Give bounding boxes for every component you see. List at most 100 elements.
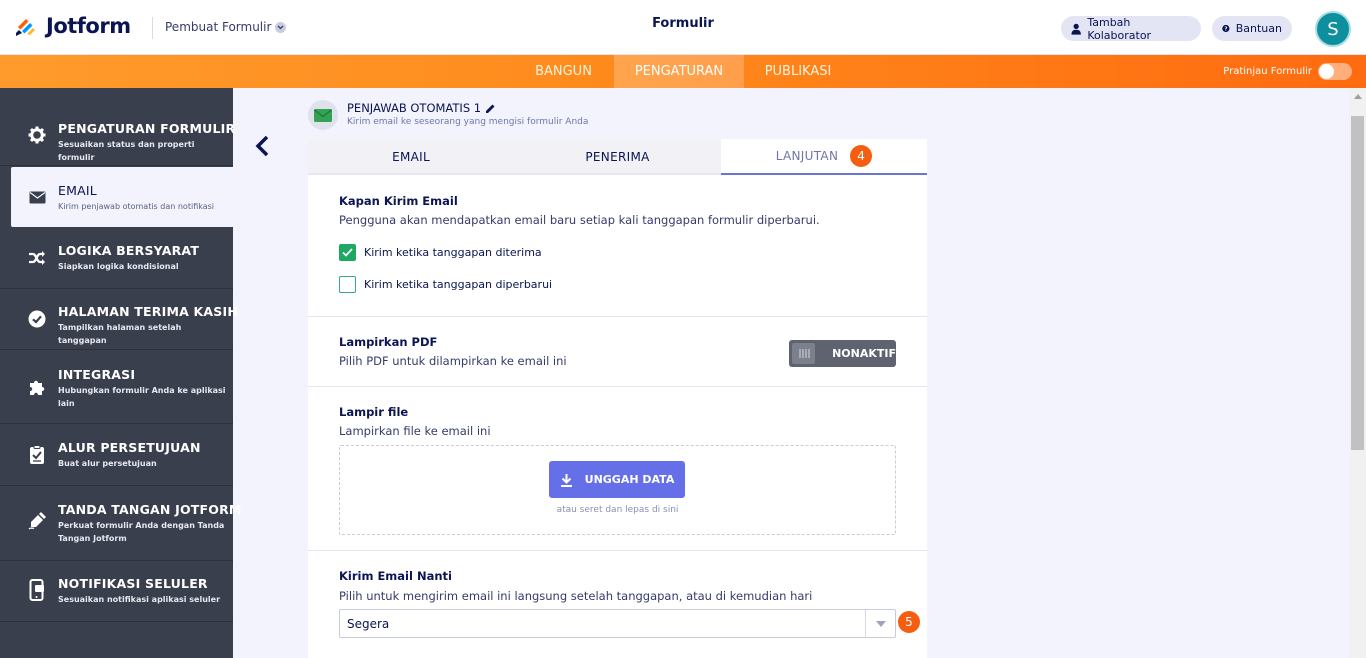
help-icon: ? <box>1222 24 1230 32</box>
builder-nav: BANGUN PENGATURAN PUBLIKASI Pratinjau Fo… <box>0 55 1366 88</box>
checkbox-checked[interactable] <box>339 244 356 261</box>
tab-recipients[interactable]: PENERIMA <box>514 139 721 175</box>
sidebar-item-jotform-sign[interactable]: TANDA TANGAN JOTFORM Perkuat formulir An… <box>0 486 241 561</box>
attach-file-title: Lampir file <box>339 405 409 419</box>
puzzle-icon <box>27 377 47 397</box>
envelope-icon <box>27 187 47 207</box>
attach-file-desc: Lampirkan file ke email ini <box>339 424 491 438</box>
sidebar-item-title: PENGATURAN FORMULIR <box>58 121 236 136</box>
scrollbar-thumb[interactable] <box>1351 116 1364 450</box>
pencil-icon[interactable] <box>485 103 496 114</box>
add-collaborator-label: Tambah Kolaborator <box>1087 15 1152 42</box>
mobile-notification-icon <box>27 579 47 601</box>
sidebar-item-approval-flow[interactable]: ALUR PERSETUJUAN Buat alur persetujuan <box>0 424 233 486</box>
sidebar-item-desc: Siapkan logika kondisional <box>58 262 179 271</box>
sidebar-item-thank-you-page[interactable]: HALAMAN TERIMA KASIH Tampilkan halaman s… <box>0 289 238 350</box>
user-icon <box>1071 23 1081 35</box>
attach-pdf-toggle-label: NONAKTIF <box>832 347 896 360</box>
attach-pdf-desc: Pilih PDF untuk dilampirkan ke email ini <box>339 354 567 368</box>
send-on-update-label: Kirim ketika tanggapan diperbarui <box>364 278 553 291</box>
upload-button[interactable]: UNGGAH DATA <box>549 461 685 498</box>
sidebar-item-title: EMAIL <box>58 183 97 198</box>
svg-text:?: ? <box>1224 26 1227 32</box>
send-later-section: Kirim Email Nanti Pilih untuk mengirim e… <box>308 551 927 658</box>
back-button[interactable] <box>250 133 274 159</box>
logo-text: Jotform <box>46 14 131 38</box>
add-collaborator-button[interactable]: Tambah Kolaborator <box>1061 15 1201 42</box>
when-send-section: Kapan Kirim Email Pengguna akan mendapat… <box>308 175 927 317</box>
jotform-logo[interactable]: Jotform <box>14 14 131 38</box>
sidebar-item-title: INTEGRASI <box>58 367 136 382</box>
signature-pen-icon <box>27 511 47 531</box>
send-later-select[interactable]: Segera <box>339 609 896 638</box>
sidebar-item-title: HALAMAN TERIMA KASIH <box>58 304 238 319</box>
tab-publish[interactable]: PUBLIKASI <box>753 55 843 88</box>
checkbox-unchecked[interactable] <box>339 276 356 293</box>
tab-settings[interactable]: PENGATURAN <box>614 55 744 88</box>
toggle-grip-icon <box>792 343 816 364</box>
attach-pdf-title: Lampirkan PDF <box>339 335 438 349</box>
when-send-desc: Pengguna akan mendapatkan email baru set… <box>339 213 820 227</box>
form-preview-control: Pratinjau Formulir <box>1223 63 1352 80</box>
upload-button-label: UNGGAH DATA <box>584 473 675 486</box>
sidebar-item-desc: Buat alur persetujuan <box>58 459 157 468</box>
gear-icon <box>27 125 47 145</box>
advanced-settings-card: Kapan Kirim Email Pengguna akan mendapat… <box>308 175 927 658</box>
sidebar-item-desc: Hubungkan formulir Anda ke aplikasi lain <box>58 386 226 408</box>
attach-pdf-toggle[interactable]: NONAKTIF <box>789 340 896 367</box>
page-scrollbar[interactable] <box>1349 88 1366 658</box>
check-circle-icon <box>27 309 47 329</box>
shuffle-icon <box>27 248 47 268</box>
autoresponder-title-text: PENJAWAB OTOMATIS 1 <box>347 101 482 115</box>
send-later-title: Kirim Email Nanti <box>339 569 452 583</box>
approval-icon <box>27 445 47 465</box>
send-on-receive-option[interactable]: Kirim ketika tanggapan diterima <box>339 244 542 261</box>
sidebar-item-desc: Sesuaikan status dan properti formulir <box>58 140 195 162</box>
sidebar-item-mobile-notifications[interactable]: NOTIFIKASI SELULER Sesuaikan notifikasi … <box>0 561 233 622</box>
chevron-left-icon <box>255 135 269 157</box>
send-later-selected: Segera <box>347 617 390 631</box>
sidebar-item-desc: Kirim penjawab otomatis dan notifikasi <box>58 202 215 211</box>
sidebar-item-title: ALUR PERSETUJUAN <box>58 440 201 455</box>
autoresponder-header: PENJAWAB OTOMATIS 1 Kirim email ke seseo… <box>308 98 927 138</box>
help-label: Bantuan <box>1235 22 1282 35</box>
when-send-title: Kapan Kirim Email <box>339 194 458 208</box>
autoresponder-title[interactable]: PENJAWAB OTOMATIS 1 <box>347 101 496 115</box>
sidebar-item-title: NOTIFIKASI SELULER <box>58 576 208 591</box>
jotform-logo-icon <box>16 19 35 36</box>
sidebar-item-form-settings[interactable]: PENGATURAN FORMULIR Sesuaikan status dan… <box>0 99 236 166</box>
send-later-desc: Pilih untuk mengirim email ini langsung … <box>339 589 813 603</box>
tab-email[interactable]: EMAIL <box>308 139 514 175</box>
form-preview-label: Pratinjau Formulir <box>1223 66 1312 77</box>
download-icon <box>560 473 572 487</box>
autoresponder-subtitle: Kirim email ke seseorang yang mengisi fo… <box>347 117 589 127</box>
sidebar-item-title: LOGIKA BERSYARAT <box>58 243 200 258</box>
sidebar-item-email[interactable]: EMAIL Kirim penjawab otomatis dan notifi… <box>11 167 233 227</box>
drop-hint: atau seret dan lepas di sini <box>556 505 679 515</box>
step-badge: 4 <box>850 145 873 167</box>
tab-build[interactable]: BANGUN <box>522 55 605 88</box>
chevron-down-icon <box>275 21 287 33</box>
send-on-update-option[interactable]: Kirim ketika tanggapan diperbarui <box>339 276 552 293</box>
tab-advanced-label: LANJUTAN <box>775 149 839 163</box>
sidebar-item-desc: Sesuaikan notifikasi aplikasi seluler <box>58 595 221 604</box>
avatar[interactable]: S <box>1315 11 1351 47</box>
file-dropzone[interactable]: UNGGAH DATA atau seret dan lepas di sini <box>339 445 896 535</box>
checkmark-icon <box>342 248 353 257</box>
send-on-receive-label: Kirim ketika tanggapan diterima <box>364 246 542 259</box>
envelope-avatar-icon <box>308 100 338 130</box>
sidebar-item-integrations[interactable]: INTEGRASI Hubungkan formulir Anda ke apl… <box>0 350 233 424</box>
sidebar-item-conditional-logic[interactable]: LOGIKA BERSYARAT Siapkan logika kondisio… <box>0 228 233 289</box>
sidebar-item-title: TANDA TANGAN JOTFORM <box>58 502 242 517</box>
caret-down-icon <box>865 610 895 637</box>
scroll-up-arrow-icon[interactable] <box>1354 94 1362 99</box>
help-button[interactable]: ? Bantuan <box>1212 16 1292 41</box>
form-preview-toggle[interactable] <box>1318 63 1352 80</box>
email-tabs: EMAIL PENERIMA LANJUTAN 4 <box>308 139 927 175</box>
form-builder-label: Pembuat Formulir <box>165 20 272 34</box>
tab-advanced[interactable]: LANJUTAN 4 <box>721 139 927 175</box>
sidebar-item-desc: Perkuat formulir Anda dengan Tanda Tanga… <box>58 521 225 543</box>
step-badge: 5 <box>898 611 920 633</box>
settings-sidebar: PENGATURAN FORMULIR Sesuaikan status dan… <box>0 88 241 658</box>
form-builder-dropdown[interactable]: Pembuat Formulir <box>165 20 287 34</box>
